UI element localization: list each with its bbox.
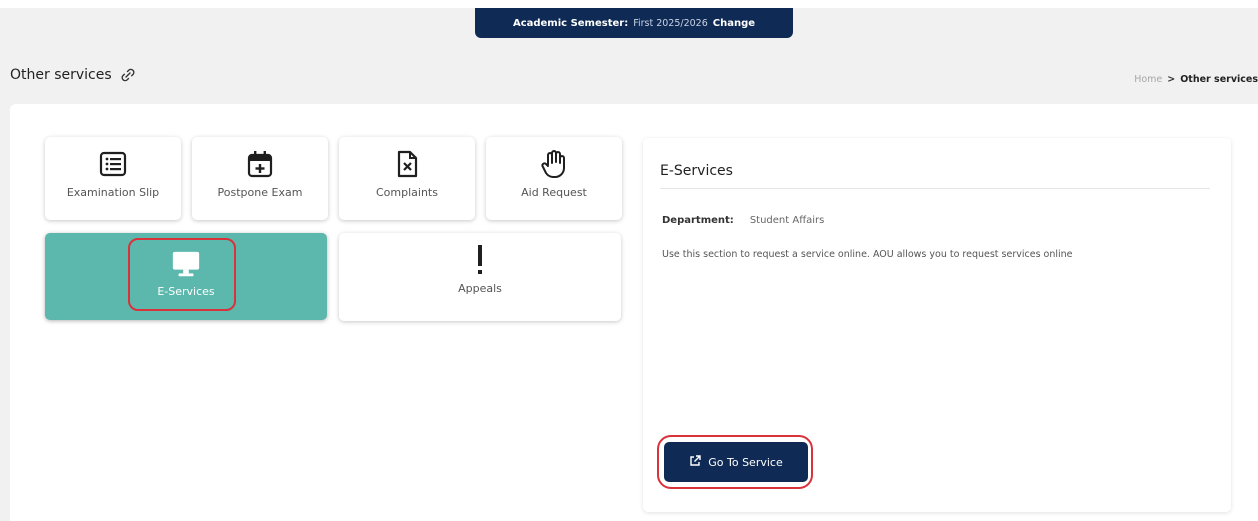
page-title: Other services — [10, 67, 137, 83]
department-row: Department: Student Affairs — [662, 215, 824, 226]
go-to-service-label: Go To Service — [708, 455, 783, 469]
service-description: Use this section to request a service on… — [662, 249, 1073, 260]
tile-examination-slip[interactable]: Examination Slip — [45, 137, 181, 220]
tile-e-services[interactable]: E-Services — [45, 233, 327, 320]
breadcrumb: Home > Other services — [1134, 74, 1258, 85]
tile-label: Appeals — [458, 282, 502, 295]
monitor-icon — [171, 249, 201, 279]
go-to-service-button[interactable]: Go To Service — [664, 442, 808, 482]
tile-label: Postpone Exam — [217, 186, 303, 199]
tile-postpone-exam[interactable]: Postpone Exam — [192, 137, 328, 220]
tile-label: Examination Slip — [66, 186, 160, 199]
link-icon — [119, 68, 137, 82]
exclamation-icon — [465, 245, 495, 275]
semester-value: First 2025/2026 — [633, 17, 708, 29]
department-value: Student Affairs — [749, 215, 825, 226]
department-label: Department: — [662, 215, 734, 226]
top-strip — [0, 0, 1258, 8]
breadcrumb-current: Other services — [1180, 74, 1258, 85]
tile-complaints[interactable]: Complaints — [339, 137, 475, 220]
tile-label: E-Services — [157, 285, 215, 298]
tile-appeals[interactable]: Appeals — [339, 233, 621, 321]
tile-label: Aid Request — [521, 186, 587, 199]
tile-aid-request[interactable]: Aid Request — [486, 137, 622, 220]
hand-icon — [539, 149, 569, 179]
breadcrumb-separator: > — [1167, 74, 1176, 85]
calendar-plus-icon — [245, 149, 275, 179]
detail-title: E-Services — [660, 163, 733, 179]
file-x-icon — [392, 149, 422, 179]
list-icon — [98, 149, 128, 179]
semester-label: Academic Semester: — [512, 17, 629, 29]
page-title-text: Other services — [10, 67, 112, 83]
breadcrumb-home[interactable]: Home — [1134, 74, 1162, 85]
external-link-icon — [689, 454, 701, 470]
tile-label: Complaints — [376, 186, 438, 199]
service-detail-card: E-Services Department: Student Affairs U… — [643, 138, 1231, 512]
detail-divider — [660, 188, 1210, 189]
semester-banner: Academic Semester: First 2025/2026 Chang… — [475, 8, 793, 38]
change-semester-link[interactable]: Change — [713, 18, 755, 29]
